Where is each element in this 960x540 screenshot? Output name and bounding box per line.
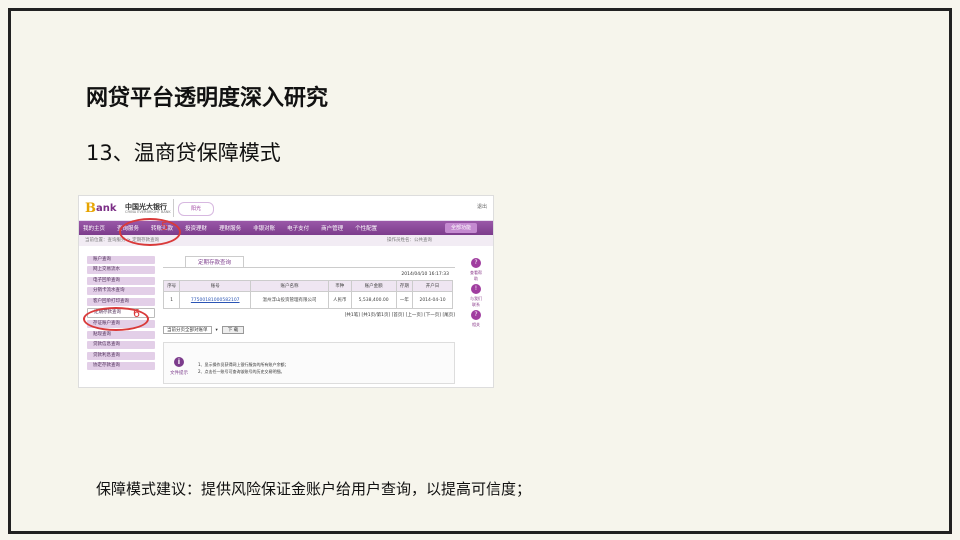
sidebar-item[interactable]: 协定存款查询 [87, 361, 155, 370]
operator-name: 操作员姓名：公共查询 [387, 238, 432, 243]
col-header: 账户金额 [350, 280, 397, 292]
sidebar-item[interactable]: 客户回单打印查询 [87, 297, 155, 306]
export-row: 当前分页全部对账单 ▾ 下 载 [163, 326, 455, 334]
nav-item-nonbank[interactable]: 非银对账 [253, 224, 275, 232]
nav-item-merchant[interactable]: 商户管理 [321, 224, 343, 232]
slide-subtitle: 13、温商贷保障模式 [86, 141, 281, 165]
cell-index: 1 [162, 291, 181, 309]
help-icon[interactable]: ? [471, 258, 481, 268]
bank-logo-letter: B [85, 201, 96, 216]
header-divider [173, 199, 174, 217]
cell-open-date: 2014-04-10 [412, 291, 453, 309]
sidebar-item[interactable]: 账户查询 [87, 256, 155, 264]
info-line: 1、显示操作员获得网上银行服务的所有账户余额； [198, 362, 289, 367]
table-header-row: 序号 账号 账户名称 币种 账户金额 存期 开户日 [162, 280, 453, 292]
annotation-circle-5 [119, 218, 181, 246]
cell-currency: 人民币 [327, 291, 352, 309]
info-icon: i [174, 357, 184, 367]
info-line: 2、点击任一账号可查询该账号的历史交易明细。 [198, 369, 285, 374]
contact-label[interactable]: 与我们联系 [469, 296, 483, 308]
nav-item-settings[interactable]: 个性配置 [355, 224, 377, 232]
slide-title: 网贷平台透明度深入研究 [86, 85, 329, 111]
info-label: 文件提示 [170, 371, 188, 376]
main-content: 定期存款查询 2014/04/10 16:17:33 序号 账号 账户名称 币种… [162, 256, 455, 384]
nav-item-home[interactable]: 我的主页 [83, 224, 105, 232]
sidebar-item[interactable]: 网上交易流水 [87, 266, 155, 275]
sidebar-item[interactable]: 贷款利息查询 [87, 351, 155, 360]
sidebar-item[interactable]: 贴现查询 [87, 330, 155, 339]
sidebar-item[interactable]: 贷款信息查询 [87, 341, 155, 350]
bank-header: B ank 中国光大银行 CHINA EVERBRIGHT BANK 阳光 退出 [79, 196, 493, 221]
sidebar-item[interactable]: 电子回单查询 [87, 276, 155, 285]
query-timestamp: 2014/04/10 16:17:33 [401, 272, 449, 277]
col-header: 账户名称 [250, 280, 329, 292]
pagination[interactable]: [共1笔] [共1页/第1页] [首页] [上一页] [下一页] [尾页] [163, 312, 455, 318]
chevron-down-icon[interactable]: ▾ [216, 328, 218, 333]
info-box: i 文件提示 1、显示操作员获得网上银行服务的所有账户余额； 2、点击任一账号可… [163, 342, 455, 384]
contact-icon[interactable]: ! [471, 284, 481, 294]
account-link[interactable]: 77500181000582107 [179, 291, 252, 309]
sidebar-item[interactable]: 分销卡流水查询 [87, 287, 155, 296]
bank-name-en: CHINA EVERBRIGHT BANK [125, 210, 171, 214]
tab-underline [163, 267, 455, 268]
logout-link[interactable]: 退出 [477, 203, 487, 210]
cell-account-name: 温州浮山投资管理有限公司 [250, 291, 329, 309]
nav-item-epay[interactable]: 电子支付 [287, 224, 309, 232]
col-header: 开户日 [412, 280, 453, 292]
all-functions-button[interactable]: 全部功能 [444, 223, 477, 233]
right-toolbar: ? 查看帮助 ! 与我们联系 ? 相关 [469, 256, 483, 328]
col-header: 账号 [179, 280, 252, 292]
bank-screenshot: B ank 中国光大银行 CHINA EVERBRIGHT BANK 阳光 退出… [78, 195, 494, 388]
cell-balance: 5,538,400.00 [350, 291, 397, 309]
nav-item-wealth[interactable]: 理财服务 [219, 224, 241, 232]
col-header: 存期 [395, 280, 414, 292]
annotation-number-5: 5 [161, 220, 168, 233]
col-header: 币种 [327, 280, 352, 292]
nav-item-invest[interactable]: 投资理财 [185, 224, 207, 232]
tab-fixed-deposit[interactable]: 定期存款查询 [185, 256, 245, 267]
cell-term: 一年 [395, 291, 414, 309]
statement-select[interactable]: 当前分页全部对账单 [163, 326, 212, 334]
bank-logo-text: ank [96, 203, 117, 214]
brand-badge: 阳光 [178, 202, 214, 216]
related-label[interactable]: 相关 [469, 322, 483, 328]
col-header: 序号 [162, 280, 181, 292]
related-icon[interactable]: ? [471, 310, 481, 320]
table-row: 1 77500181000582107 温州浮山投资管理有限公司 人民币 5,5… [162, 291, 453, 309]
annotation-number-6: 6 [133, 307, 140, 320]
help-label[interactable]: 查看帮助 [469, 270, 483, 282]
slide-note: 保障模式建议：提供风险保证金账户给用户查询，以提高可信度； [96, 480, 532, 498]
deposit-table: 序号 账号 账户名称 币种 账户金额 存期 开户日 1 775001810005… [162, 280, 453, 309]
download-button[interactable]: 下 载 [221, 326, 245, 334]
